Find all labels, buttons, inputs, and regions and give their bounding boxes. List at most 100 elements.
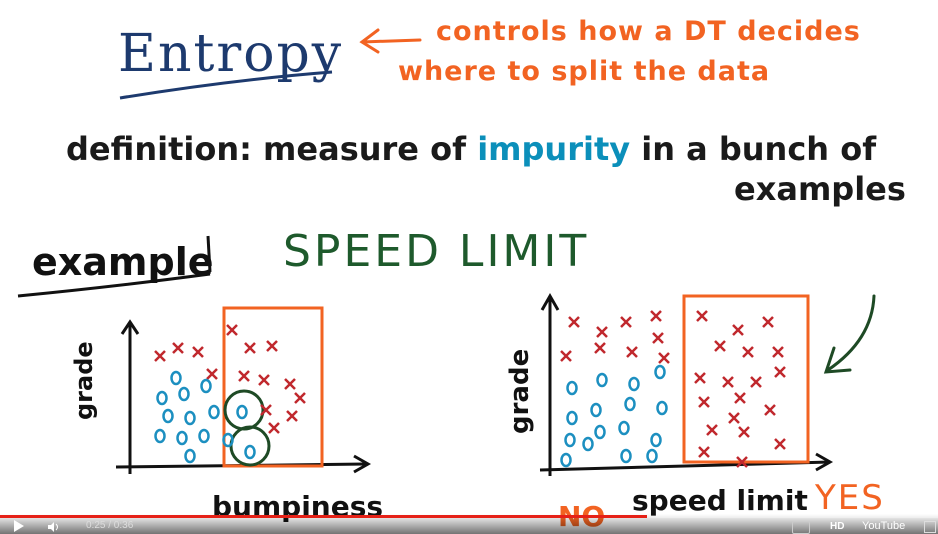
red-x-mark	[714, 340, 726, 352]
red-x-mark	[750, 376, 762, 388]
progress-bar[interactable]	[0, 515, 938, 518]
example-label: example	[32, 240, 214, 284]
red-x-mark	[650, 310, 662, 322]
blue-o-mark	[162, 408, 174, 424]
hd-badge[interactable]: HD	[830, 521, 844, 532]
red-x-mark	[738, 426, 750, 438]
blue-o-mark	[596, 372, 608, 388]
red-x-mark	[286, 410, 298, 422]
blue-o-mark	[628, 376, 640, 392]
blue-o-mark	[170, 370, 182, 386]
youtube-logo[interactable]: YouTube	[862, 520, 905, 532]
red-x-mark	[568, 316, 580, 328]
blue-o-mark	[198, 428, 210, 444]
red-x-mark	[742, 346, 754, 358]
red-x-mark	[734, 392, 746, 404]
blue-o-mark	[594, 424, 606, 440]
red-x-mark	[762, 316, 774, 328]
blue-o-mark	[566, 410, 578, 426]
blue-o-mark	[236, 404, 248, 420]
red-x-mark	[732, 324, 744, 336]
red-x-mark	[696, 310, 708, 322]
left-plot-points	[154, 324, 306, 464]
left-circle-upper	[223, 389, 265, 431]
red-x-mark	[238, 370, 250, 382]
blue-o-mark	[244, 444, 256, 460]
blue-o-mark	[184, 410, 196, 426]
blue-o-mark	[560, 452, 572, 468]
blue-o-mark	[624, 396, 636, 412]
red-x-mark	[266, 340, 278, 352]
blue-o-mark	[200, 378, 212, 394]
fullscreen-icon[interactable]	[924, 521, 936, 533]
definition-prefix: definition: measure of	[66, 130, 478, 168]
red-x-mark	[694, 372, 706, 384]
captions-icon[interactable]	[792, 521, 810, 534]
red-x-mark	[620, 316, 632, 328]
player-controls: 0:25 / 0:36 HD YouTube	[0, 514, 938, 534]
play-icon[interactable]	[14, 520, 24, 532]
right-y-axis-label: grade	[505, 348, 535, 434]
blue-o-mark	[654, 364, 666, 380]
red-x-mark	[226, 324, 238, 336]
blue-o-mark	[650, 432, 662, 448]
red-x-mark	[774, 438, 786, 450]
red-x-mark	[698, 396, 710, 408]
red-x-mark	[206, 368, 218, 380]
red-x-mark	[722, 376, 734, 388]
control-row: 0:25 / 0:36 HD YouTube	[0, 520, 938, 534]
red-x-mark	[728, 412, 740, 424]
right-plot-points	[560, 310, 786, 468]
blue-o-mark	[156, 390, 168, 406]
red-x-mark	[268, 422, 280, 434]
red-x-mark	[560, 350, 572, 362]
blue-o-mark	[646, 448, 658, 464]
red-x-mark	[772, 346, 784, 358]
red-x-mark	[658, 352, 670, 364]
red-x-mark	[172, 342, 184, 354]
blue-o-mark	[620, 448, 632, 464]
red-x-mark	[764, 404, 776, 416]
note-line-1: controls how a DT decides	[436, 16, 861, 47]
blue-o-mark	[564, 432, 576, 448]
red-x-mark	[698, 446, 710, 458]
note-arrow	[359, 28, 422, 54]
video-frame[interactable]: Entropy controls how a DT decides where …	[0, 0, 938, 534]
blue-o-mark	[176, 430, 188, 446]
blue-o-mark	[154, 428, 166, 444]
red-x-mark	[706, 424, 718, 436]
definition-suffix: in a bunch of	[630, 130, 877, 168]
right-x-axis-label: speed limit	[632, 484, 808, 517]
volume-icon[interactable]	[48, 522, 60, 532]
blue-o-mark	[178, 386, 190, 402]
red-x-mark	[244, 342, 256, 354]
right-pointer-arrow	[823, 294, 876, 374]
blue-o-mark	[582, 436, 594, 452]
slide-title: Entropy	[118, 24, 344, 84]
blue-o-mark	[184, 448, 196, 464]
red-x-mark	[258, 374, 270, 386]
blue-o-mark	[566, 380, 578, 396]
impurity-word: impurity	[477, 130, 631, 168]
definition-line-2: examples	[734, 170, 906, 208]
definition-line-1: definition: measure of impurity in a bun…	[66, 130, 876, 168]
red-x-mark	[294, 392, 306, 404]
red-x-mark	[774, 366, 786, 378]
left-axes	[115, 319, 372, 474]
blue-o-mark	[656, 400, 668, 416]
left-y-axis-label: grade	[70, 341, 98, 420]
red-x-mark	[596, 326, 608, 338]
speed-limit-heading: SPEED LIMIT	[283, 226, 590, 277]
time-display: 0:25 / 0:36	[86, 520, 134, 531]
note-line-2: where to split the data	[398, 56, 771, 87]
blue-o-mark	[590, 402, 602, 418]
red-x-mark	[192, 346, 204, 358]
red-x-mark	[626, 346, 638, 358]
red-x-mark	[652, 332, 664, 344]
progress-fill	[0, 515, 648, 518]
yes-label: YES	[815, 478, 885, 518]
blue-o-mark	[618, 420, 630, 436]
left-split-box	[222, 306, 324, 468]
red-x-mark	[594, 342, 606, 354]
red-x-mark	[284, 378, 296, 390]
